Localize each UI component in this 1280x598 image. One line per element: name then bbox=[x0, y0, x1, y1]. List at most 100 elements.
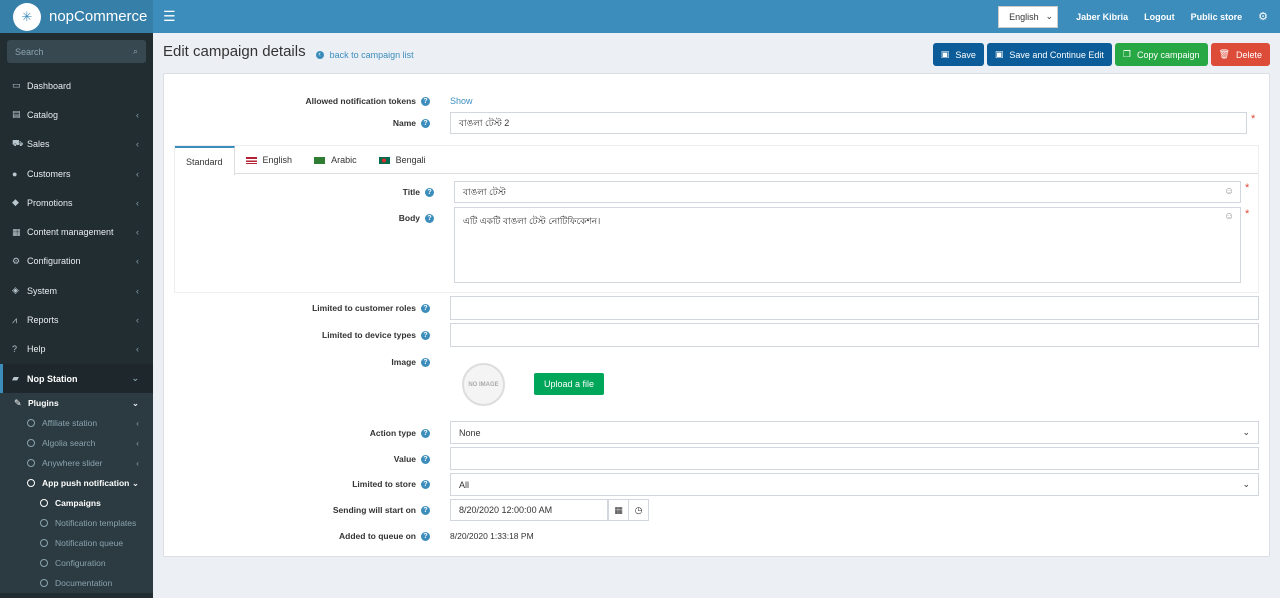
question-circle-icon[interactable]: ? bbox=[425, 187, 434, 197]
sidebar-item-configuration[interactable]: ⚙ Configuration ‹ bbox=[0, 247, 153, 276]
sidebar-item-promotions[interactable]: ◆ Promotions ‹ bbox=[0, 188, 153, 217]
floppy-icon: ▣ bbox=[994, 49, 1004, 59]
nopcommerce-logo-icon: ✳ bbox=[13, 2, 41, 31]
user-name-link[interactable]: Jaber Kibria bbox=[1076, 12, 1128, 22]
chevron-down-icon: ⌄ bbox=[131, 477, 139, 488]
chevron-down-icon: ⌄ bbox=[1242, 479, 1250, 489]
emoji-icon[interactable]: ☺ bbox=[1224, 186, 1234, 197]
start-date-input[interactable]: 8/20/2020 12:00:00 AM bbox=[450, 499, 608, 521]
chevron-left-icon: ‹ bbox=[136, 344, 139, 355]
question-circle-icon[interactable]: ? bbox=[421, 454, 430, 464]
chevron-left-icon: ‹ bbox=[136, 458, 139, 469]
page-title: Edit campaign details bbox=[163, 43, 306, 60]
copy-icon: ❐ bbox=[1122, 49, 1131, 59]
back-to-list-link[interactable]: ‹ back to campaign list bbox=[315, 50, 414, 60]
question-circle-icon[interactable]: ? bbox=[421, 479, 430, 489]
value-input[interactable] bbox=[450, 447, 1259, 470]
required-asterisk: * bbox=[1245, 182, 1250, 194]
save-continue-button[interactable]: ▣ Save and Continue Edit bbox=[986, 43, 1112, 66]
store-select[interactable]: All ⌄ bbox=[450, 473, 1259, 496]
circle-icon bbox=[40, 519, 48, 528]
store-label: Limited to store? bbox=[180, 478, 430, 490]
arrow-circle-left-icon: ‹ bbox=[315, 51, 324, 59]
sidebar-item-system[interactable]: ◈ System ‹ bbox=[0, 276, 153, 305]
upload-file-button[interactable]: Upload a file bbox=[534, 373, 604, 395]
sidebar-item-app-push-notification[interactable]: App push notification ⌄ bbox=[0, 473, 153, 493]
tab-bengali-label: Bengali bbox=[395, 155, 426, 165]
sidebar-item-plugins[interactable]: ✎ Plugins ⌄ bbox=[0, 393, 153, 413]
sidebar-item-customers[interactable]: ● Customers ‹ bbox=[0, 159, 153, 188]
sidebar-item-help[interactable]: ? Help ‹ bbox=[0, 335, 153, 364]
show-tokens-link[interactable]: Show bbox=[450, 96, 473, 106]
delete-button[interactable]: 🗑 Delete bbox=[1210, 43, 1270, 66]
copy-campaign-button[interactable]: ❐ Copy campaign bbox=[1114, 43, 1208, 66]
required-asterisk: * bbox=[1245, 208, 1250, 220]
save-continue-label: Save and Continue Edit bbox=[1009, 49, 1104, 60]
name-input[interactable]: বাঙলা টেস্ট 2 bbox=[450, 112, 1247, 134]
title-input[interactable]: বাঙলা টেস্ট bbox=[454, 181, 1241, 203]
sidebar-item-nop-station[interactable]: ▰ Nop Station ⌄ bbox=[0, 363, 153, 394]
sidebar-item-anywhere-slider[interactable]: Anywhere slider ‹ bbox=[0, 453, 153, 473]
question-circle-icon[interactable]: ? bbox=[421, 357, 430, 367]
device-types-input[interactable] bbox=[450, 323, 1259, 347]
tab-arabic[interactable]: Arabic bbox=[303, 146, 368, 174]
save-button[interactable]: ▣ Save bbox=[932, 43, 984, 66]
chevron-down-icon: ⌄ bbox=[131, 397, 139, 408]
question-circle-icon[interactable]: ? bbox=[421, 330, 430, 340]
sidebar-item-reports[interactable]: ⩘ Reports ‹ bbox=[0, 305, 153, 334]
allowed-tokens-text: Allowed notification tokens bbox=[305, 96, 416, 106]
question-circle-icon[interactable]: ? bbox=[421, 118, 430, 128]
menu-toggle-icon[interactable]: ☰ bbox=[163, 8, 176, 25]
logout-link[interactable]: Logout bbox=[1144, 12, 1175, 22]
question-circle-icon[interactable]: ? bbox=[425, 213, 434, 223]
tab-english[interactable]: English bbox=[235, 146, 304, 174]
chevron-left-icon: ‹ bbox=[136, 168, 139, 179]
tab-standard[interactable]: Standard bbox=[175, 146, 235, 175]
floppy-icon: ▣ bbox=[940, 49, 950, 59]
public-store-link[interactable]: Public store bbox=[1191, 12, 1243, 22]
chevron-down-icon: ⌄ bbox=[1242, 427, 1250, 437]
question-circle-icon[interactable]: ? bbox=[421, 505, 430, 515]
sidebar-item-notification-queue[interactable]: Notification queue bbox=[0, 533, 153, 553]
sidebar-item-dashboard[interactable]: ▭ Dashboard bbox=[0, 71, 153, 100]
sidebar-item-campaigns[interactable]: Campaigns bbox=[0, 493, 153, 513]
settings-cogs-icon[interactable]: ⚙ bbox=[1258, 10, 1268, 23]
tab-bengali[interactable]: Bengali bbox=[368, 146, 437, 174]
brand-logo[interactable]: ✳ nopCommerce bbox=[0, 0, 153, 33]
clock-icon[interactable]: ◷ bbox=[628, 499, 649, 521]
circle-icon bbox=[40, 579, 48, 588]
sidebar-item-notification-templates[interactable]: Notification templates bbox=[0, 513, 153, 533]
language-select[interactable]: English ⌄ bbox=[998, 5, 1059, 28]
question-circle-icon[interactable]: ? bbox=[421, 428, 430, 438]
body-textarea[interactable]: এটি একটি বাঙলা টেস্ট নোটিফিকেশন। bbox=[454, 207, 1241, 283]
circle-icon bbox=[40, 499, 48, 508]
sidebar-item-sales[interactable]: ⛟ Sales ‹ bbox=[0, 130, 153, 159]
question-circle-icon[interactable]: ? bbox=[421, 303, 430, 313]
chevron-left-icon: ‹ bbox=[136, 438, 139, 449]
question-circle-icon[interactable]: ? bbox=[421, 96, 430, 106]
sidebar-search[interactable]: Search ⌕ bbox=[7, 40, 146, 63]
sidebar-item-algolia-search[interactable]: Algolia search ‹ bbox=[0, 433, 153, 453]
question-circle-icon[interactable]: ? bbox=[421, 531, 430, 541]
sidebar-item-plugin-configuration[interactable]: Configuration bbox=[0, 553, 153, 573]
search-input[interactable]: Search bbox=[15, 47, 133, 57]
calendar-icon[interactable]: ▦ bbox=[608, 499, 629, 521]
start-on-label: Sending will start on? bbox=[180, 504, 430, 516]
search-icon[interactable]: ⌕ bbox=[133, 46, 138, 57]
nop-station-submenu: ✎ Plugins ⌄ Affiliate station ‹ Algolia sea… bbox=[0, 393, 153, 594]
image-label: Image? bbox=[180, 356, 430, 368]
sidebar-item-content-management[interactable]: ▦ Content management ‹ bbox=[0, 217, 153, 246]
sidebar-item-documentation[interactable]: Documentation bbox=[0, 573, 153, 593]
customer-roles-input[interactable] bbox=[450, 296, 1259, 320]
action-type-select[interactable]: None ⌄ bbox=[450, 421, 1259, 444]
sidebar-item-catalog[interactable]: ▤ Catalog ‹ bbox=[0, 100, 153, 129]
circle-icon bbox=[27, 479, 35, 488]
sidebar: Search ⌕ ▭ Dashboard ▤ Catalog ‹ ⛟ Sales ‹ ● C… bbox=[0, 33, 153, 598]
required-asterisk: * bbox=[1251, 113, 1256, 125]
chevron-down-icon: ⌄ bbox=[1045, 11, 1054, 21]
emoji-icon[interactable]: ☺ bbox=[1224, 211, 1234, 222]
title-text: Title bbox=[402, 187, 420, 197]
sidebar-item-affiliate-station[interactable]: Affiliate station ‹ bbox=[0, 413, 153, 433]
bangladesh-flag-icon bbox=[378, 156, 390, 164]
store-value: All bbox=[459, 479, 470, 490]
